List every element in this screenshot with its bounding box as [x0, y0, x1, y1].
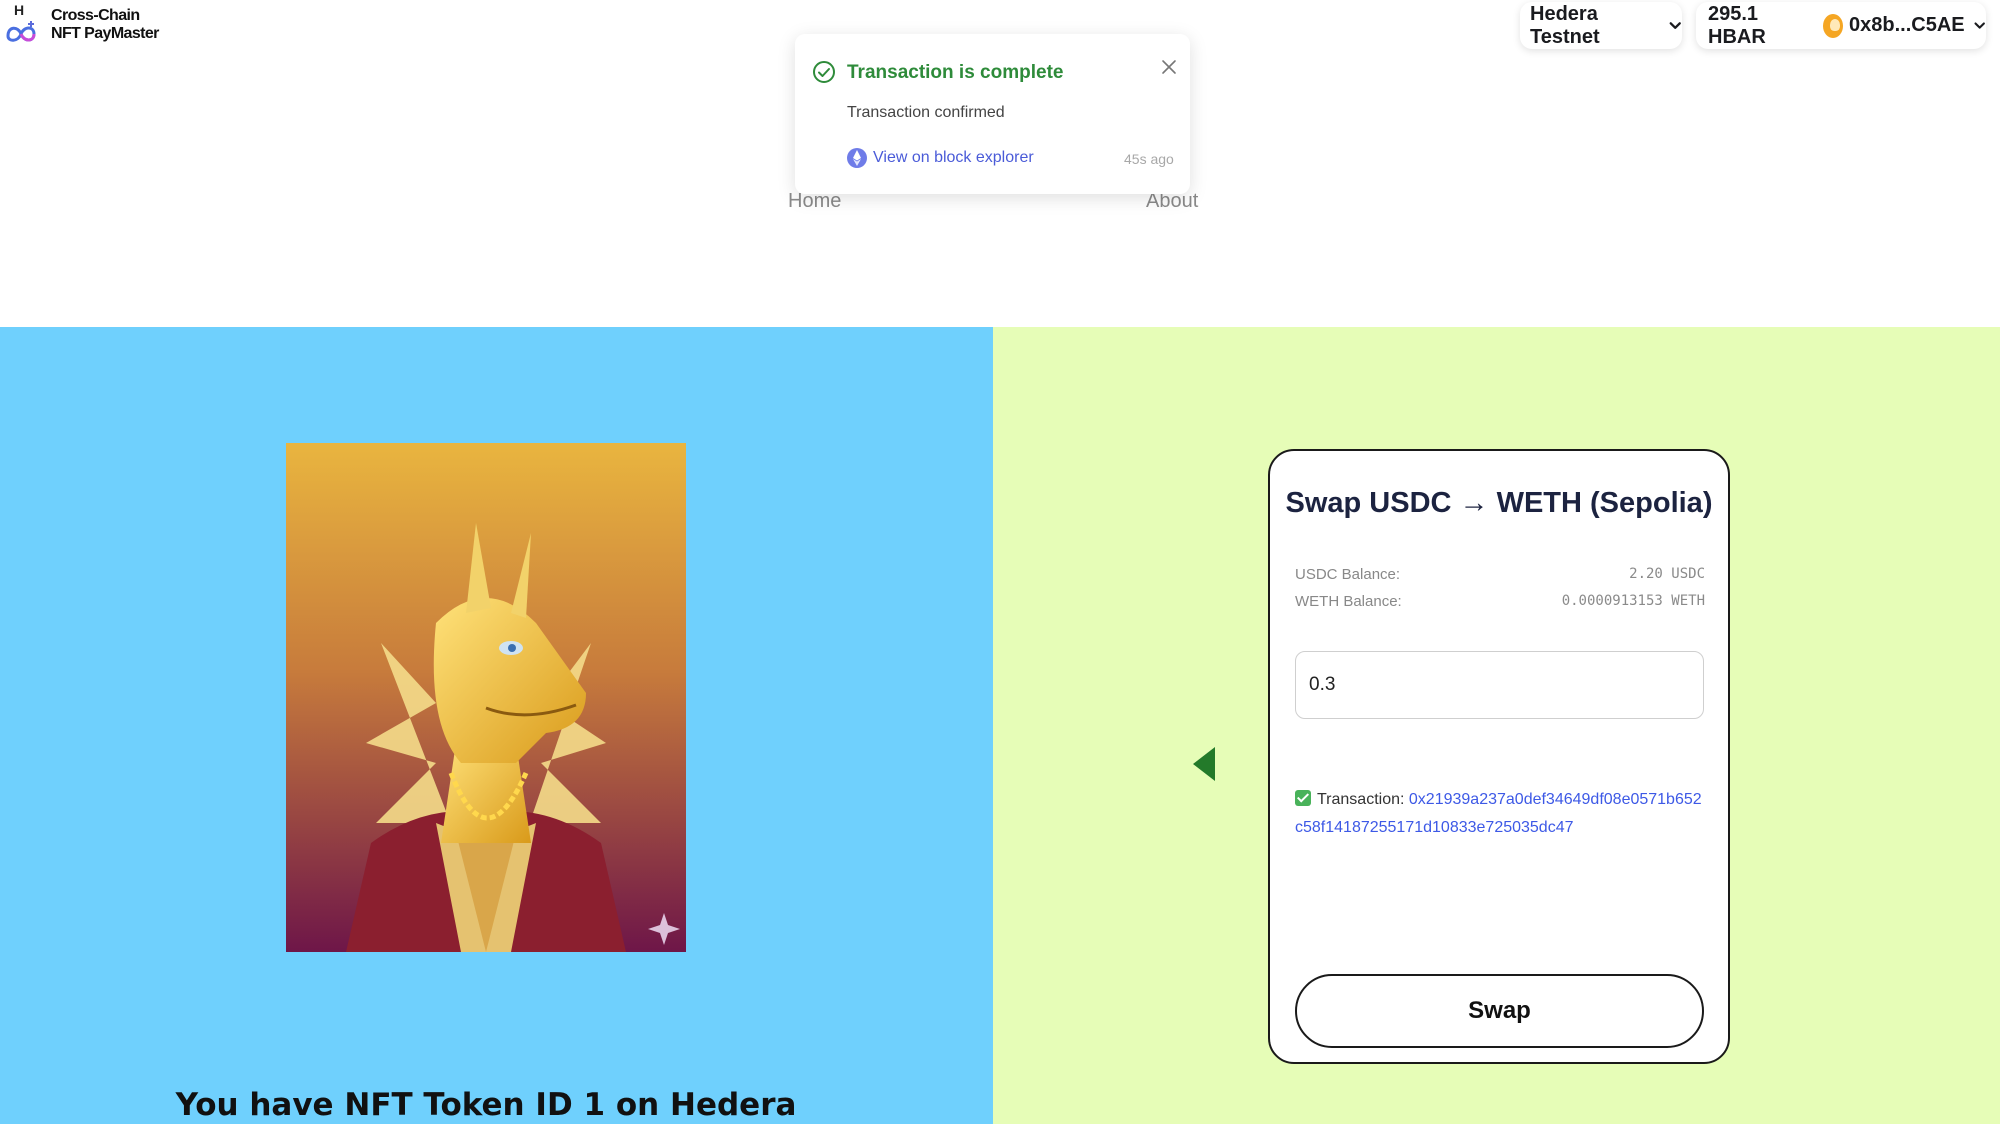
swap-title: Swap USDC → WETH (Sepolia): [1285, 487, 1713, 519]
transaction-status: Transaction: 0x21939a237a0def34649df08e0…: [1295, 786, 1707, 842]
usdc-balance-row: USDC Balance: 2.20 USDC: [1295, 566, 1705, 583]
check-circle-icon: [813, 61, 835, 83]
app-logo[interactable]: H Cross-Chain NFT PayMaster: [4, 2, 164, 52]
account-address: 0x8b...C5AE: [1849, 14, 1965, 36]
page: H Cross-Chain NFT PayMaster Hedera Testn…: [0, 0, 2000, 1124]
checkbox-check-icon: [1295, 790, 1311, 806]
usdc-balance-label: USDC Balance:: [1295, 566, 1401, 583]
toast-timestamp: 45s ago: [1124, 151, 1174, 167]
network-name: Hedera Testnet: [1530, 2, 1600, 48]
app-name-line1: Cross-Chain: [51, 7, 140, 24]
chevron-down-icon: [1974, 21, 1985, 29]
swap-button[interactable]: Swap: [1295, 974, 1704, 1048]
toast-title: Transaction is complete: [847, 62, 1064, 83]
nft-image: [286, 443, 686, 952]
nft-panel: You have NFT Token ID 1 on Hedera: [0, 327, 993, 1124]
close-icon[interactable]: [1158, 56, 1180, 78]
view-explorer-link[interactable]: View on block explorer: [873, 149, 1034, 167]
left-arrow-icon[interactable]: [1193, 747, 1215, 781]
app-name: Cross-Chain NFT PayMaster: [51, 7, 159, 43]
weth-balance-label: WETH Balance:: [1295, 593, 1402, 610]
swap-panel: Swap USDC → WETH (Sepolia) USDC Balance:…: [993, 327, 2000, 1124]
weth-balance-row: WETH Balance: 0.0000913153 WETH: [1295, 593, 1705, 610]
weth-balance-value: 0.0000913153 WETH: [1561, 593, 1705, 609]
logo-icon: H: [6, 2, 36, 42]
swap-card: Swap USDC → WETH (Sepolia) USDC Balance:…: [1268, 449, 1730, 1064]
account-button[interactable]: 295.1 HBAR 0x8b...C5AE: [1696, 2, 1986, 49]
svg-text:H: H: [14, 2, 24, 18]
chevron-down-icon: [1669, 21, 1681, 29]
transaction-toast: Transaction is complete Transaction conf…: [795, 34, 1190, 194]
app-name-line2: NFT PayMaster: [51, 25, 159, 42]
nft-caption: You have NFT Token ID 1 on Hedera: [175, 1087, 797, 1123]
network-selector[interactable]: Hedera Testnet: [1520, 2, 1682, 49]
amount-input[interactable]: [1295, 651, 1704, 719]
ethereum-icon: [847, 148, 867, 168]
wallet-balance: 295.1 HBAR: [1708, 2, 1766, 48]
usdc-balance-value: 2.20 USDC: [1629, 566, 1705, 582]
avatar: [1822, 13, 1843, 38]
transaction-label: Transaction:: [1317, 791, 1405, 808]
toast-message: Transaction confirmed: [847, 104, 1005, 121]
nft-dragon-artwork: [286, 443, 686, 952]
